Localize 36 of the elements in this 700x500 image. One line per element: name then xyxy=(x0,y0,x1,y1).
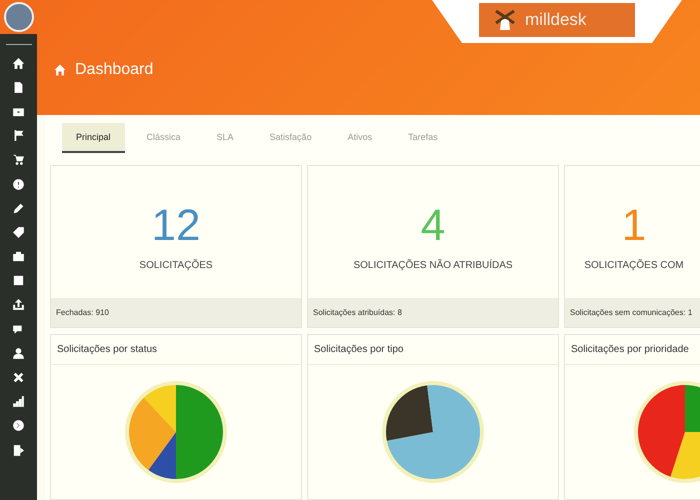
pencil-icon[interactable] xyxy=(12,202,25,215)
tab[interactable]: SLA xyxy=(202,123,248,153)
user-icon[interactable] xyxy=(12,346,25,360)
brand-name: milldesk xyxy=(525,10,586,30)
home-icon[interactable] xyxy=(12,56,25,70)
stat-value: 12 xyxy=(152,204,200,248)
avatar-circle[interactable] xyxy=(4,2,34,32)
home-icon xyxy=(53,63,67,77)
stat-value: 4 xyxy=(420,204,446,248)
cart-icon[interactable] xyxy=(12,153,25,166)
chart-title: Solicitações por prioridade xyxy=(565,335,700,365)
briefcase-icon[interactable] xyxy=(12,250,25,264)
upload-icon[interactable] xyxy=(12,298,25,312)
alert-icon[interactable] xyxy=(12,178,25,191)
flag-icon[interactable] xyxy=(12,129,25,142)
footer-text: Solicitações sem comunicações: 1 xyxy=(570,308,692,317)
chart-title: Solicitações por tipo xyxy=(308,335,558,365)
page-title: Dashboard xyxy=(75,61,154,79)
chart-title: Solicitações por status xyxy=(51,335,301,365)
footer-text: Fechadas: 910 xyxy=(56,308,109,317)
tag-icon[interactable] xyxy=(12,226,25,239)
bar-chart-icon[interactable] xyxy=(12,395,25,408)
stat-label: SOLICITAÇÕES xyxy=(139,260,213,270)
tab[interactable]: Clássica xyxy=(132,123,195,153)
stat-value: 1 xyxy=(622,204,646,248)
document-icon[interactable] xyxy=(12,80,25,94)
tab[interactable]: Principal xyxy=(62,123,125,153)
logout-icon[interactable] xyxy=(12,444,25,457)
stat-label: SOLICITAÇÕES COM xyxy=(584,260,684,270)
tab[interactable]: Ativos xyxy=(334,123,386,153)
stat-label: SOLICITAÇÕES NÃO ATRIBUÍDAS xyxy=(353,260,513,270)
tab[interactable]: Satisfação xyxy=(256,123,326,153)
tab[interactable]: Tarefas xyxy=(394,123,452,153)
windmill-icon xyxy=(493,7,517,33)
logo-badge[interactable]: milldesk xyxy=(479,3,635,37)
footer-text: Solicitações atribuídas: 8 xyxy=(313,308,402,317)
